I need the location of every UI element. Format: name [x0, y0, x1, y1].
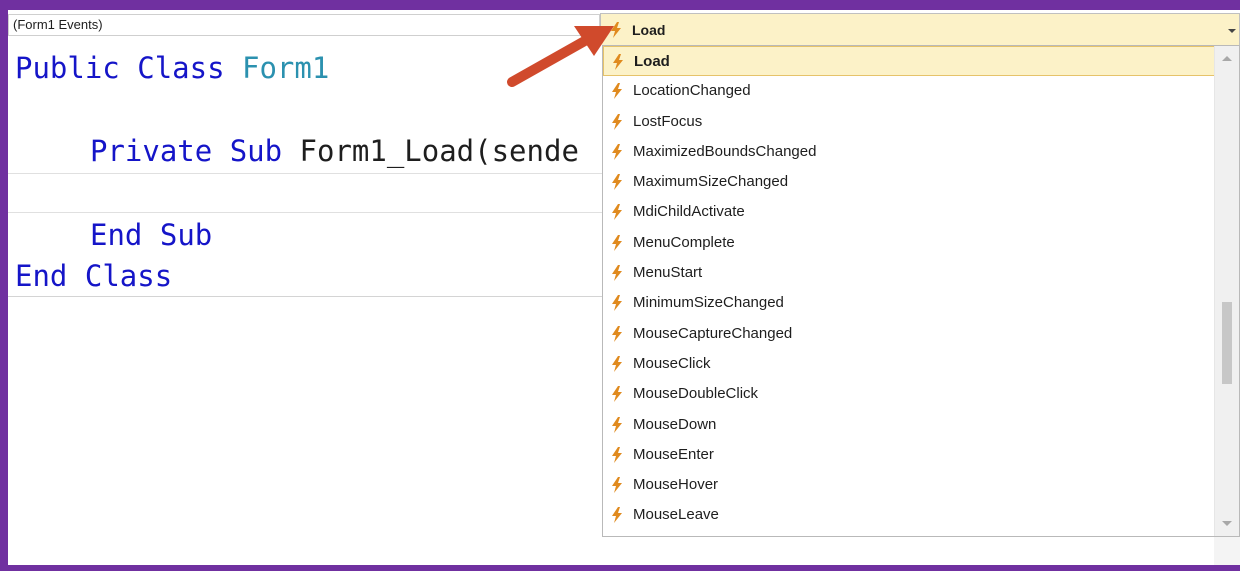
scrollbar-thumb[interactable]	[1222, 302, 1232, 384]
lightning-bolt-icon	[611, 143, 623, 160]
code-line-4: End Class	[15, 259, 173, 293]
event-item-label: MouseHover	[633, 476, 719, 494]
event-list-item[interactable]: Load	[603, 46, 1215, 77]
event-item-label: MdiChildActivate	[633, 203, 745, 221]
event-list-item[interactable]: MinimumSizeChanged	[603, 288, 1215, 318]
event-list-item[interactable]: MdiChildActivate	[603, 197, 1215, 227]
event-list: Load LocationChanged LostFocus MaximizedBou…	[603, 46, 1215, 531]
code-line-3: End Sub	[90, 218, 213, 252]
event-list-item[interactable]: MouseDown	[603, 410, 1215, 440]
event-item-label: MaximumSizeChanged	[633, 173, 789, 191]
lightning-bolt-icon	[611, 446, 623, 463]
event-list-item[interactable]: LocationChanged	[603, 76, 1215, 106]
event-list-item[interactable]: MaximumSizeChanged	[603, 167, 1215, 197]
method-name-combobox[interactable]: Load	[600, 13, 1240, 47]
event-list-item[interactable]: LostFocus	[603, 107, 1215, 137]
event-item-label: Load	[634, 53, 670, 70]
editor-scrollbar[interactable]	[1214, 536, 1240, 565]
event-item-label: MenuComplete	[633, 233, 735, 251]
event-item-label: MouseCaptureChanged	[633, 324, 793, 342]
event-list-item[interactable]: MouseDoubleClick	[603, 379, 1215, 409]
lightning-bolt-icon	[611, 265, 623, 282]
selected-event-label: Load	[632, 22, 666, 38]
event-list-item[interactable]: MenuStart	[603, 258, 1215, 288]
event-dropdown-list[interactable]: Load LocationChanged LostFocus MaximizedBou…	[602, 45, 1240, 537]
lightning-bolt-icon	[611, 295, 623, 312]
current-line-top	[8, 173, 602, 174]
code-line-2: Private Sub Form1_Load(sende	[90, 134, 579, 168]
lightning-bolt-icon	[611, 113, 623, 130]
event-item-label: MouseDown	[633, 415, 717, 433]
event-item-label: MouseClick	[633, 354, 711, 372]
current-line-bottom	[8, 212, 602, 213]
red-arrow-annotation	[507, 26, 614, 87]
code-line-1: Public Class Form1	[15, 51, 330, 85]
event-list-item[interactable]: MaximizedBoundsChanged	[603, 137, 1215, 167]
event-item-label: MaximizedBoundsChanged	[633, 142, 817, 160]
dropdown-scrollbar[interactable]	[1214, 46, 1239, 536]
event-list-item[interactable]: MouseEnter	[603, 440, 1215, 470]
event-item-label: MouseLeave	[633, 506, 719, 524]
event-item-label: MenuStart	[633, 264, 703, 282]
lightning-bolt-icon	[611, 416, 623, 433]
lightning-bolt-icon	[611, 234, 623, 251]
lightning-bolt-icon	[611, 386, 623, 403]
event-list-item[interactable]: MouseCaptureChanged	[603, 319, 1215, 349]
scroll-up-icon[interactable]	[1222, 56, 1232, 61]
scroll-down-icon[interactable]	[1222, 521, 1232, 526]
event-list-item[interactable]: MouseLeave	[603, 500, 1215, 530]
event-list-item[interactable]: MouseClick	[603, 349, 1215, 379]
event-list-item[interactable]: MenuComplete	[603, 228, 1215, 258]
event-item-label: LocationChanged	[633, 82, 751, 100]
event-item-label: MinimumSizeChanged	[633, 294, 784, 312]
lightning-bolt-icon	[611, 477, 623, 494]
event-item-label: LostFocus	[633, 112, 703, 130]
lightning-bolt-icon	[611, 507, 623, 524]
event-item-label: MouseDoubleClick	[633, 385, 759, 403]
lightning-bolt-icon	[611, 174, 623, 191]
lightning-bolt-icon	[611, 355, 623, 372]
event-list-item[interactable]: MouseHover	[603, 470, 1215, 500]
dropdown-arrow-icon[interactable]	[1225, 14, 1239, 46]
lightning-bolt-icon	[611, 325, 623, 342]
event-item-label: MouseEnter	[633, 445, 714, 463]
lightning-bolt-icon	[611, 204, 623, 221]
